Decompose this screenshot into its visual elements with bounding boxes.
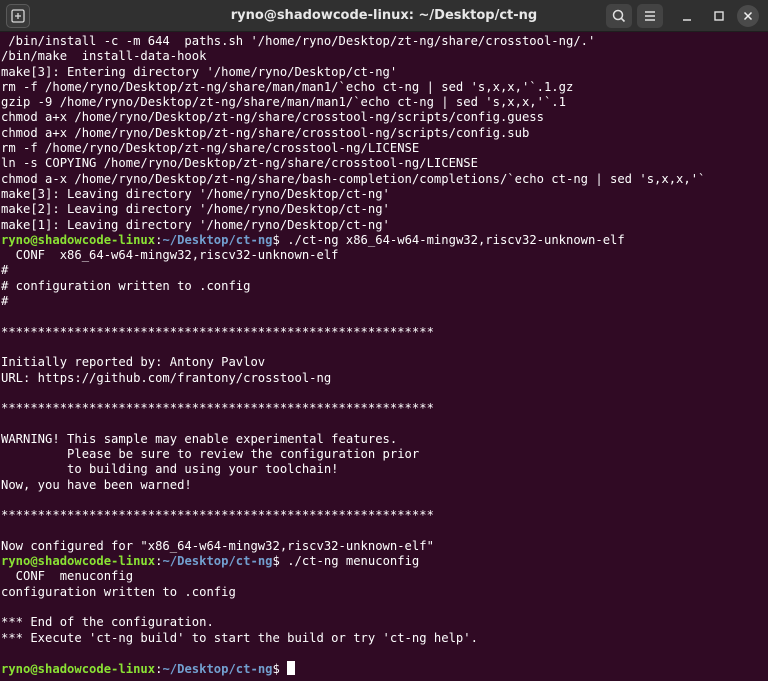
- minimize-icon: [683, 19, 691, 21]
- minimize-button[interactable]: [674, 4, 700, 28]
- prompt-line: ryno@shadowcode-linux:~/Desktop/ct-ng$ .…: [1, 554, 768, 569]
- search-icon: [612, 9, 626, 23]
- output-line: rm -f /home/ryno/Desktop/zt-ng/share/cro…: [1, 141, 420, 156]
- output-line: to building and using your toolchain!: [1, 462, 339, 477]
- output-line: CONF x86_64-w64-mingw32,riscv32-unknown-…: [1, 248, 339, 263]
- prompt-dollar: $: [272, 232, 288, 247]
- output-line: configuration written to .config: [1, 584, 236, 599]
- output-line: chmod a+x /home/ryno/Desktop/zt-ng/share…: [1, 125, 530, 140]
- output-line: /bin/make install-data-hook: [1, 49, 207, 64]
- output-line: make[3]: Entering directory '/home/ryno/…: [1, 64, 398, 79]
- output-line: #: [1, 294, 9, 309]
- command-text: ./ct-ng menuconfig: [287, 554, 420, 569]
- output-line: make[1]: Leaving directory '/home/ryno/D…: [1, 217, 390, 232]
- search-button[interactable]: [606, 4, 632, 28]
- output-line: rm -f /home/ryno/Desktop/zt-ng/share/man…: [1, 79, 574, 94]
- output-line: Now, you have been warned!: [1, 477, 192, 492]
- output-line: URL: https://github.com/frantony/crossto…: [1, 370, 332, 385]
- menu-button[interactable]: [637, 4, 663, 28]
- prompt-user: ryno@shadowcode-linux: [1, 554, 156, 569]
- prompt-user: ryno@shadowcode-linux: [1, 232, 156, 247]
- output-line: *** Execute 'ct-ng build' to start the b…: [1, 630, 478, 645]
- close-icon: [743, 11, 753, 21]
- output-line: chmod a+x /home/ryno/Desktop/zt-ng/share…: [1, 110, 544, 125]
- prompt-path: ~/Desktop/ct-ng: [162, 554, 273, 569]
- output-line: # configuration written to .config: [1, 278, 251, 293]
- terminal-window: ryno@shadowcode-linux: ~/Desktop/ct-ng /…: [0, 0, 768, 681]
- output-line: make[2]: Leaving directory '/home/ryno/D…: [1, 202, 390, 217]
- output-line: /bin/install -c -m 644 paths.sh '/home/r…: [1, 34, 596, 48]
- output-line: CONF menuconfig: [1, 569, 134, 584]
- prompt-line: ryno@shadowcode-linux:~/Desktop/ct-ng$: [1, 661, 768, 676]
- output-line: ln -s COPYING /home/ryno/Desktop/zt-ng/s…: [1, 156, 478, 171]
- output-line: gzip -9 /home/ryno/Desktop/zt-ng/share/m…: [1, 95, 566, 110]
- output-line: ****************************************…: [1, 508, 434, 523]
- maximize-icon: [714, 11, 724, 21]
- hamburger-menu-icon: [645, 11, 655, 21]
- terminal-cursor: [287, 661, 296, 676]
- prompt-dollar: $: [272, 554, 288, 569]
- output-line: make[3]: Leaving directory '/home/ryno/D…: [1, 186, 390, 201]
- output-line: chmod a-x /home/ryno/Desktop/zt-ng/share…: [1, 171, 706, 186]
- title-bar: ryno@shadowcode-linux: ~/Desktop/ct-ng: [0, 0, 768, 32]
- prompt-path: ~/Desktop/ct-ng: [162, 232, 273, 247]
- output-line: #: [1, 263, 9, 278]
- prompt-dollar: $: [272, 662, 288, 677]
- output-line: ****************************************…: [1, 401, 434, 416]
- command-text: ./ct-ng x86_64-w64-mingw32,riscv32-unkno…: [287, 232, 625, 247]
- output-line: *** End of the configuration.: [1, 615, 214, 630]
- output-line: WARNING! This sample may enable experime…: [1, 431, 398, 446]
- terminal-output[interactable]: /bin/install -c -m 644 paths.sh '/home/r…: [0, 34, 768, 681]
- prompt-user: ryno@shadowcode-linux: [1, 662, 156, 677]
- output-line: Now configured for "x86_64-w64-mingw32,r…: [1, 538, 434, 553]
- close-button[interactable]: [737, 5, 759, 27]
- output-line: Please be sure to review the configurati…: [1, 447, 420, 462]
- maximize-button[interactable]: [706, 4, 732, 28]
- prompt-path: ~/Desktop/ct-ng: [162, 662, 273, 677]
- output-line: ****************************************…: [1, 324, 434, 339]
- output-line: Initially reported by: Antony Pavlov: [1, 355, 266, 370]
- prompt-line: ryno@shadowcode-linux:~/Desktop/ct-ng$ .…: [1, 233, 768, 248]
